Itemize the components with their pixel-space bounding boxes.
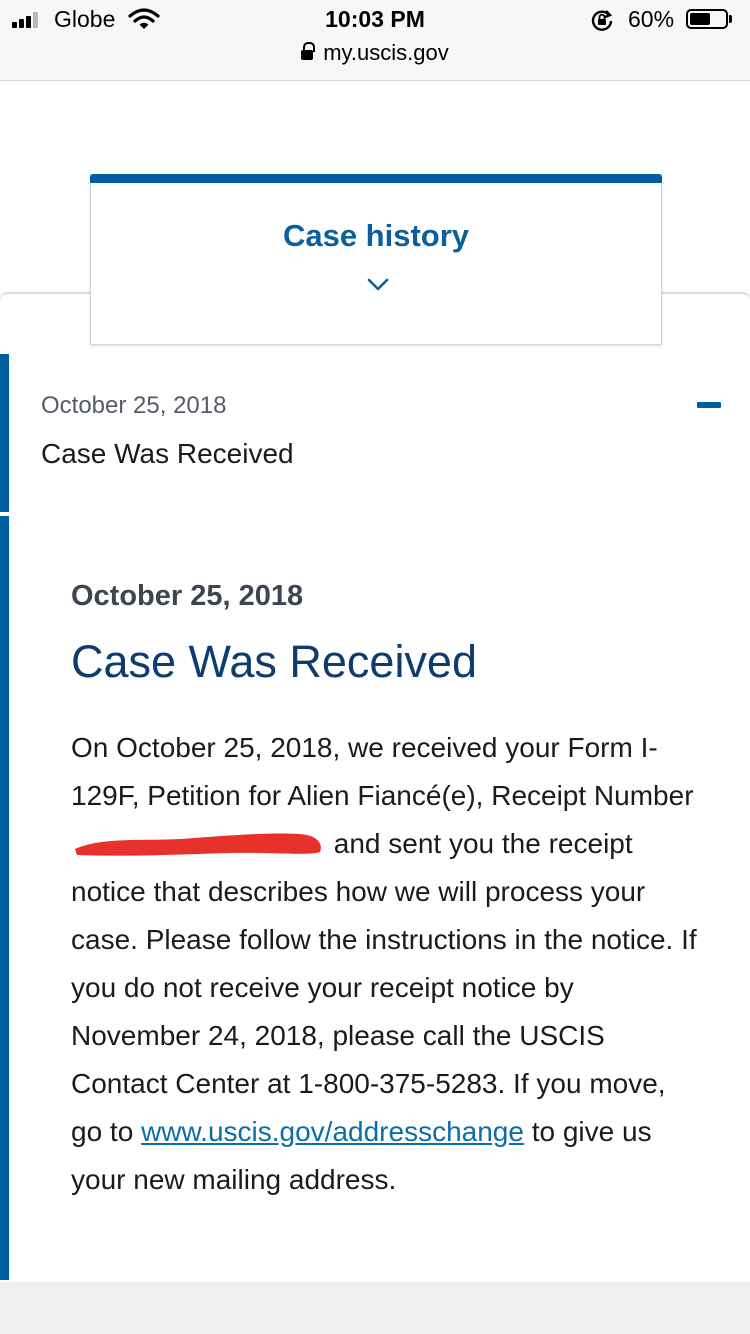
url-text: my.uscis.gov	[323, 40, 449, 65]
battery-percent: 60%	[628, 6, 675, 32]
body-text-2: and sent you the receipt notice that des…	[71, 828, 697, 1147]
history-item-date: October 25, 2018	[41, 392, 227, 419]
case-detail-body: On October 25, 2018, we received your Fo…	[71, 724, 701, 1204]
lock-icon	[301, 42, 316, 61]
status-bar: Globe 10:03 PM my.uscis.gov 60%	[0, 0, 750, 81]
page-footer-strip	[0, 1282, 750, 1334]
case-detail: October 25, 2018 Case Was Received On Oc…	[0, 516, 750, 1280]
history-item-accent	[0, 354, 9, 512]
rotation-lock-icon	[591, 10, 613, 31]
tab-case-history[interactable]: Case history	[90, 174, 662, 345]
chevron-down-icon[interactable]	[367, 278, 389, 292]
history-item[interactable]: October 25, 2018 Case Was Received	[0, 354, 750, 512]
tab-active-indicator	[90, 174, 662, 183]
history-item-status: Case Was Received	[41, 438, 294, 469]
case-detail-title: Case Was Received	[71, 636, 477, 687]
redaction-mark	[75, 833, 321, 856]
case-detail-date: October 25, 2018	[71, 580, 304, 612]
collapse-icon[interactable]	[697, 402, 721, 408]
body-text-1: On October 25, 2018, we received your Fo…	[71, 732, 694, 811]
battery-icon	[686, 9, 734, 31]
address-bar[interactable]: my.uscis.gov	[0, 40, 750, 66]
address-change-link[interactable]: www.uscis.gov/addresschange	[141, 1116, 524, 1147]
tab-title: Case history	[282, 218, 470, 253]
case-detail-accent	[0, 516, 9, 1280]
